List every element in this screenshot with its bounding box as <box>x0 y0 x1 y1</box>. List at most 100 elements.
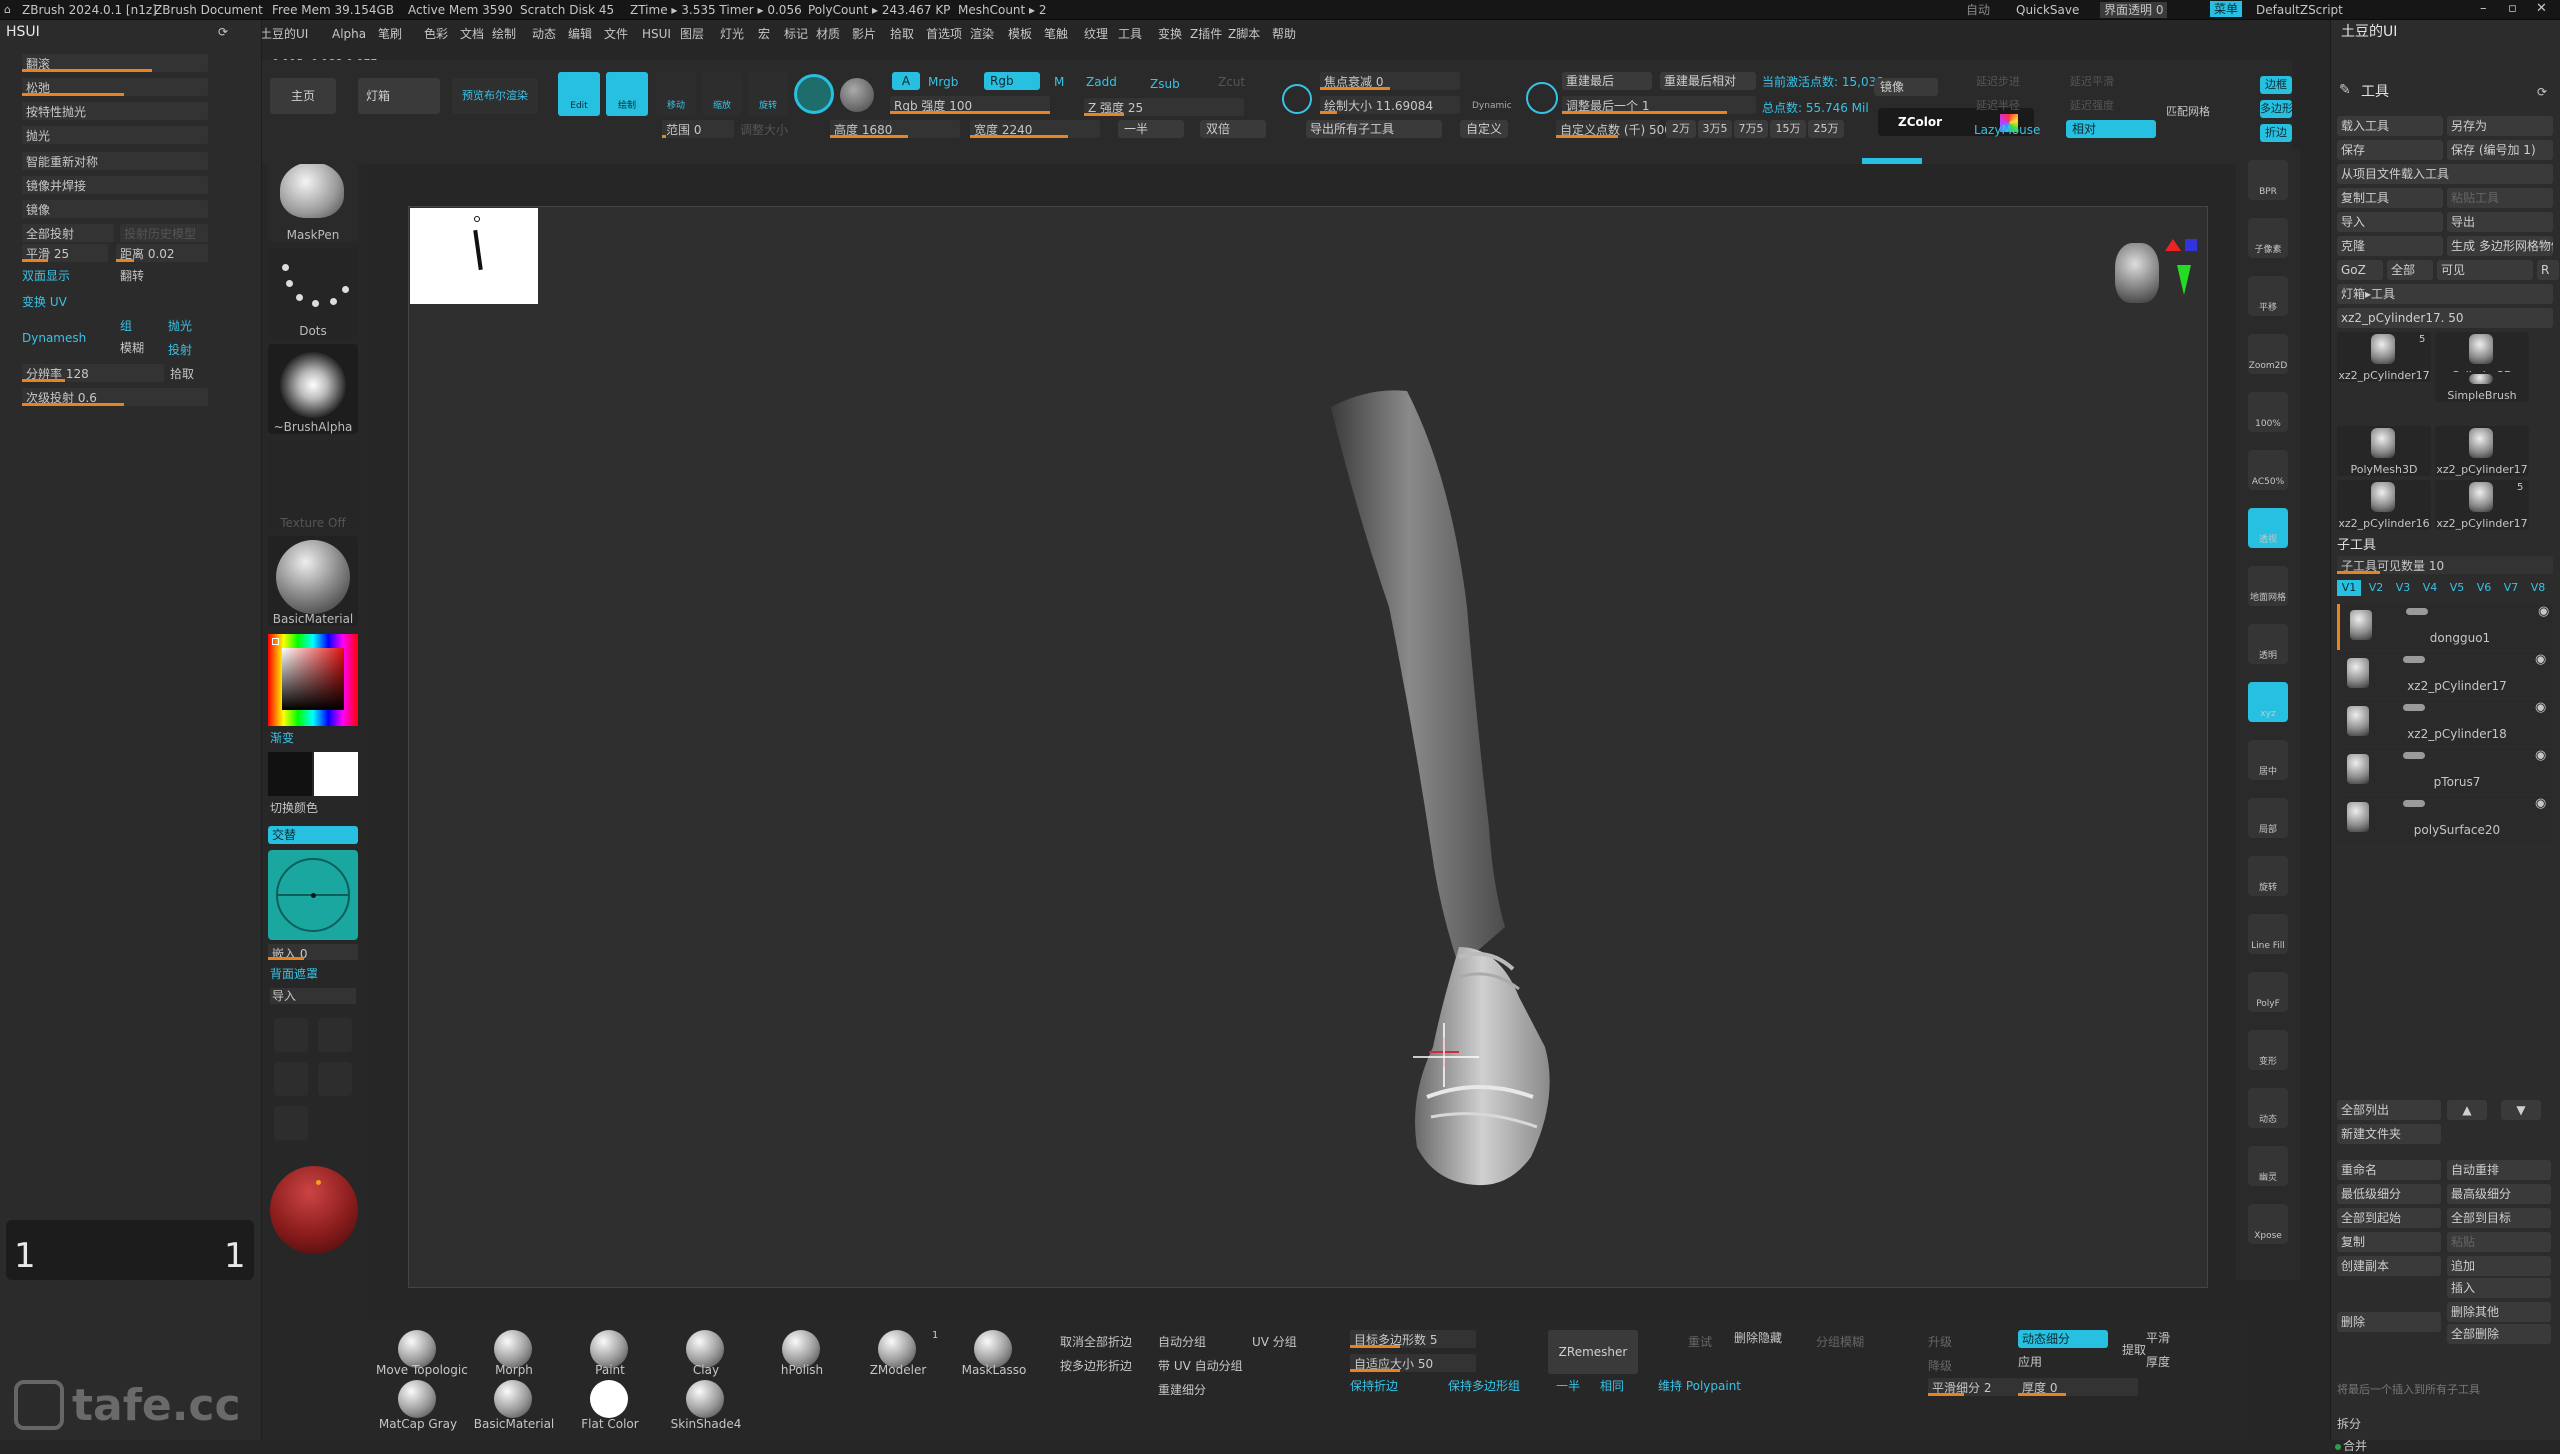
duplicate-button[interactable]: 复制 <box>2337 1232 2441 1252</box>
z-intensity-slider[interactable]: Z 强度 25 <box>1084 98 1244 116</box>
menu-item[interactable]: 文件 <box>604 26 628 42</box>
bottom-action[interactable]: 分组模糊 <box>1816 1334 1864 1350</box>
rename-button[interactable]: 重命名 <box>2337 1160 2441 1180</box>
gyro-widget[interactable] <box>268 850 358 940</box>
a-channel-button[interactable]: A <box>892 72 920 90</box>
distance-slider[interactable]: 距离 0.02 <box>116 244 208 262</box>
sub-projection-slider[interactable]: 次级投射 0.6 <box>22 388 208 406</box>
lazymouse-button[interactable]: LazyMouse <box>1974 122 2040 138</box>
resolution-slider[interactable]: 分辨率 128 <box>22 364 164 382</box>
menu-item[interactable]: 土豆的UI <box>260 26 308 42</box>
bottom-action[interactable]: UV 分组 <box>1252 1334 1297 1350</box>
curve-strap-icon[interactable] <box>318 1062 352 1096</box>
bottom-brush-button[interactable]: Paint <box>568 1330 652 1378</box>
left-palette-row[interactable]: 镜像并焊接 <box>22 176 208 194</box>
minimize-icon[interactable]: – <box>2480 1 2487 17</box>
blur-button[interactable]: 模糊 <box>120 340 144 356</box>
r-button[interactable]: R <box>2537 260 2559 280</box>
backface-mask-button[interactable]: 背面遮罩 <box>270 966 318 982</box>
paste-button[interactable]: 粘贴 <box>2447 1232 2551 1252</box>
bottom-action[interactable]: 取消全部折边 <box>1060 1334 1132 1350</box>
merge-button[interactable]: 合并 <box>2343 1438 2367 1454</box>
sphere-draw-icon[interactable] <box>794 74 834 114</box>
menu-item[interactable]: Alpha <box>332 26 366 42</box>
bottom-brush-button[interactable]: ZModeler <box>856 1330 940 1378</box>
bottom-brush-button[interactable]: Move Topologic <box>376 1330 468 1378</box>
points-75k-button[interactable]: 7万5 <box>1734 120 1768 138</box>
tool-thumbnail[interactable]: xz2_pCylinder17 <box>2435 426 2529 476</box>
menu-item[interactable]: 渲染 <box>970 26 994 42</box>
menu-item[interactable]: 灯光 <box>720 26 744 42</box>
right-shelf-button[interactable]: Line Fill <box>2248 914 2288 954</box>
right-shelf-button[interactable]: 动态 <box>2248 1088 2288 1128</box>
points-250k-button[interactable]: 25万 <box>1808 120 1844 138</box>
menu-item[interactable]: Z插件 <box>1190 26 1222 42</box>
version-tab[interactable]: V5 <box>2445 580 2469 596</box>
left-palette-row[interactable]: 按特性抛光 <box>22 102 208 120</box>
left-palette-row[interactable]: 全部投射 <box>22 224 114 242</box>
save-button[interactable]: 保存 <box>2337 140 2443 160</box>
menu-item[interactable]: 变换 <box>1158 26 1182 42</box>
bottom-action[interactable]: 按多边形折边 <box>1060 1358 1132 1374</box>
menu-toggle-button[interactable]: 菜单 <box>2210 1 2243 17</box>
left-palette-row[interactable]: 松弛 <box>22 78 208 96</box>
rgb-button[interactable]: Rgb <box>984 72 1040 90</box>
zcut-button[interactable]: Zcut <box>1218 74 1245 90</box>
version-tab[interactable]: V6 <box>2472 580 2496 596</box>
bottom-material-button[interactable]: BasicMaterial <box>472 1380 556 1434</box>
load-tool-button[interactable]: 载入工具 <box>2337 116 2443 136</box>
orientation-head-gizmo[interactable] <box>2101 235 2197 325</box>
zremesher-button[interactable]: ZRemesher <box>1548 1330 1638 1374</box>
alpha-slot[interactable]: ~BrushAlpha <box>268 344 358 434</box>
import-button[interactable]: 导入 <box>270 988 356 1004</box>
left-palette-row[interactable]: 抛光 <box>22 126 208 144</box>
menu-item[interactable]: 首选项 <box>926 26 962 42</box>
eye-icon[interactable]: ◉ <box>2535 700 2546 716</box>
double-sided-button[interactable]: 双面显示 <box>22 268 70 284</box>
mrgb-button[interactable]: Mrgb <box>928 74 958 90</box>
brush-maskpen[interactable]: MaskPen <box>268 152 358 242</box>
bottom-action[interactable]: 重试 <box>1688 1334 1712 1350</box>
lazy-radius-label[interactable]: 延迟半径 <box>1976 98 2020 114</box>
curve-tube-icon[interactable] <box>274 1062 308 1096</box>
dynamesh-button[interactable]: Dynamesh <box>22 330 86 346</box>
menu-item[interactable]: 编辑 <box>568 26 592 42</box>
color-hue-ring[interactable] <box>268 634 358 726</box>
main-color-swatch[interactable] <box>268 752 312 796</box>
tool-thumbnail[interactable]: xz2_pCylinder17 5 <box>2337 332 2431 382</box>
subtool-row[interactable]: ◉ polySurface20 <box>2337 796 2553 842</box>
zsub-button[interactable]: Zsub <box>1150 76 1180 92</box>
project-button[interactable]: 投射 <box>168 342 192 358</box>
goz-button[interactable]: GoZ <box>2337 260 2383 280</box>
grid-tool-icon[interactable] <box>274 1106 308 1140</box>
height-slider[interactable]: 高度 1680 <box>830 120 960 138</box>
rebuild-last-relative-button[interactable]: 重建最后相对 <box>1660 72 1756 90</box>
snake-hook-icon[interactable] <box>318 1018 352 1052</box>
delete-button[interactable]: 删除 <box>2337 1312 2441 1332</box>
export-button[interactable]: 导出 <box>2447 212 2553 232</box>
right-shelf-button[interactable]: xyz <box>2248 682 2288 722</box>
bottom-material-button[interactable]: MatCap Gray <box>376 1380 460 1434</box>
version-tab[interactable]: V2 <box>2364 580 2388 596</box>
right-shelf-button[interactable]: Zoom2D <box>2248 334 2288 374</box>
version-tab[interactable]: V3 <box>2391 580 2415 596</box>
bottom-action[interactable]: 相同 <box>1600 1378 1624 1394</box>
match-mesh-button[interactable]: 匹配网格 <box>2166 104 2210 120</box>
clone-button[interactable]: 克隆 <box>2337 236 2443 256</box>
restore-icon[interactable]: ▫ <box>2508 1 2517 17</box>
menu-item[interactable]: Z脚本 <box>1228 26 1260 42</box>
save-increment-button[interactable]: 保存 (编号加 1) <box>2447 140 2553 160</box>
smooth-slider[interactable]: 平滑 25 <box>22 244 108 262</box>
lazy-smooth-label[interactable]: 延迟平滑 <box>2070 74 2114 90</box>
bottom-action[interactable]: 提取 <box>2122 1342 2146 1358</box>
brush-tool-icon[interactable]: ✎ <box>2339 82 2351 98</box>
right-shelf-button[interactable]: 旋转 <box>2248 856 2288 896</box>
alternate-button[interactable]: 交替 <box>268 826 358 844</box>
auto-reorder-button[interactable]: 自动重排 <box>2447 1160 2551 1180</box>
tool-thumbnail[interactable]: SimpleBrush <box>2435 372 2529 402</box>
points-35k-button[interactable]: 3万5 <box>1698 120 1732 138</box>
visible-button[interactable]: 可见 <box>2437 260 2533 280</box>
create-copy-button[interactable]: 创建副本 <box>2337 1256 2441 1276</box>
bottom-action[interactable]: 删除隐藏 <box>1734 1330 1782 1346</box>
right-shelf-button[interactable]: 变形 <box>2248 1030 2288 1070</box>
